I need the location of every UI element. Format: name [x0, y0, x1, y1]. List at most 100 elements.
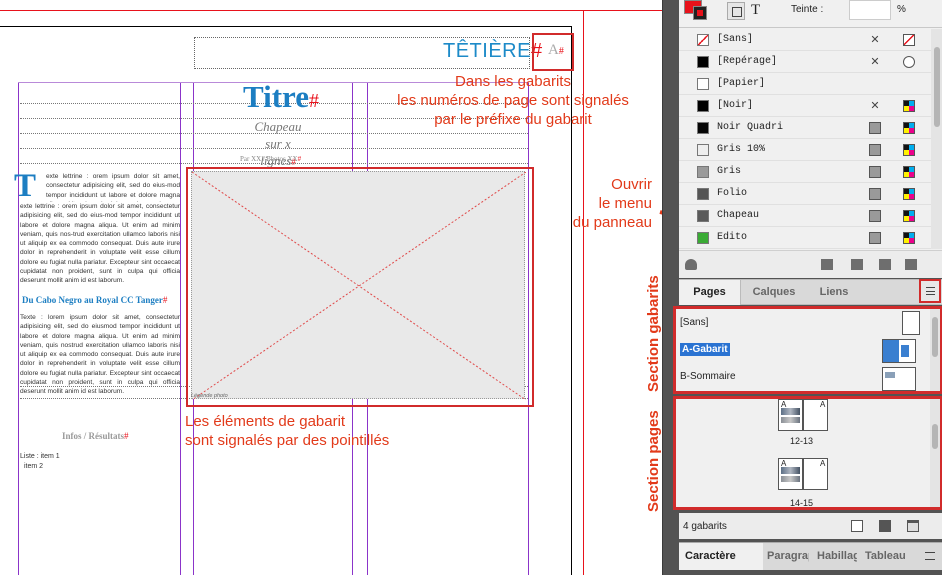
- scroll-thumb[interactable]: [932, 317, 938, 357]
- tint-input[interactable]: [849, 0, 891, 20]
- show-swatches-icon[interactable]: [821, 259, 833, 270]
- pages-footer: 4 gabarits: [679, 513, 942, 539]
- cmyk-icon: [903, 210, 915, 222]
- cmyk-icon: [903, 144, 915, 156]
- swatch-name: [Sans]: [717, 34, 754, 45]
- scroll-thumb[interactable]: [934, 47, 940, 127]
- swatch-row[interactable]: [Sans] ✕: [679, 29, 931, 51]
- swatch-color-chip: [697, 122, 709, 134]
- tab-character[interactable]: Caractère: [679, 543, 763, 570]
- trash-icon[interactable]: [907, 520, 919, 532]
- masters-section[interactable]: [Sans] A-Gabarit B-Sommaire: [673, 306, 942, 394]
- master-thumbnail: [882, 367, 916, 391]
- swatch-name: Edito: [717, 232, 748, 243]
- swatch-color-chip: [697, 34, 709, 46]
- master-item-a[interactable]: A-Gabarit: [680, 343, 730, 356]
- edit-page-size-icon[interactable]: [851, 520, 863, 532]
- process-icon: [869, 188, 881, 200]
- lock-icon: ✕: [870, 100, 880, 112]
- swatch-row[interactable]: Edito: [679, 227, 931, 249]
- swatch-row[interactable]: [Repérage] ✕: [679, 51, 931, 73]
- swatch-row[interactable]: [Noir] ✕: [679, 95, 931, 117]
- masters-scrollbar[interactable]: [930, 309, 940, 391]
- scroll-thumb[interactable]: [932, 424, 938, 449]
- trash-icon[interactable]: [905, 259, 917, 270]
- master-item-none[interactable]: [Sans]: [680, 317, 708, 328]
- cmyk-icon: [903, 122, 915, 134]
- section-masters-label: Section gabarits: [645, 275, 662, 392]
- spread-label: 14-15: [790, 498, 814, 508]
- process-icon: [869, 166, 881, 178]
- spread-label: 12-13: [790, 436, 814, 446]
- none-icon: [903, 34, 915, 46]
- tab-links[interactable]: Liens: [807, 280, 861, 305]
- tab-text-wrap[interactable]: Habillage: [817, 543, 857, 570]
- pages-panel-tabs: Pages Calques Liens: [679, 279, 942, 305]
- lock-icon: ✕: [870, 34, 880, 46]
- page-thumbnail[interactable]: A: [803, 399, 828, 431]
- swatches-toolbar: T Teinte : %: [679, 0, 942, 28]
- registration-icon: [903, 56, 915, 68]
- tab-layers[interactable]: Calques: [741, 280, 807, 305]
- cmyk-icon: [903, 100, 915, 112]
- tint-unit: %: [897, 4, 906, 15]
- master-item-b[interactable]: B-Sommaire: [680, 371, 736, 382]
- swatch-name: [Repérage]: [717, 56, 778, 67]
- swatch-row[interactable]: [Papier]: [679, 73, 931, 95]
- stroke-color-icon[interactable]: [693, 6, 707, 20]
- panel-menu-button[interactable]: [919, 279, 941, 303]
- pages-count: 4 gabarits: [683, 521, 727, 532]
- process-icon: [869, 232, 881, 244]
- swatch-name: [Noir]: [717, 100, 754, 111]
- section-pages-label: Section pages: [645, 410, 662, 512]
- pages-section[interactable]: A A 12-13 A A 14-15: [673, 396, 942, 510]
- process-icon: [869, 122, 881, 134]
- swatch-name: Folio: [717, 188, 748, 199]
- swatch-color-chip: [697, 188, 709, 200]
- new-page-icon[interactable]: [879, 520, 891, 532]
- lock-icon: ✕: [870, 56, 880, 68]
- swatch-color-chip: [697, 232, 709, 244]
- page-thumbnail[interactable]: A: [778, 399, 803, 431]
- character-panel-tabs: Caractère Paragraphe Habillage Tableau: [679, 542, 942, 570]
- swatch-name: Noir Quadri: [717, 122, 784, 133]
- cmyk-icon: [903, 232, 915, 244]
- process-icon: [869, 144, 881, 156]
- swatches-footer: [679, 250, 942, 278]
- master-thumbnail: [902, 311, 920, 335]
- tab-table[interactable]: Tableau: [865, 543, 905, 570]
- cmyk-icon: [903, 166, 915, 178]
- new-swatch-icon[interactable]: [879, 259, 891, 270]
- swatch-row[interactable]: Gris: [679, 161, 931, 183]
- spread-thumbnail[interactable]: A A: [778, 399, 830, 431]
- tint-label: Teinte :: [791, 4, 824, 15]
- swatch-name: [Papier]: [717, 78, 766, 89]
- swatch-name: Gris 10%: [717, 144, 766, 155]
- cloud-icon[interactable]: [685, 259, 697, 270]
- text-format-icon[interactable]: T: [751, 2, 760, 19]
- spread-thumbnail[interactable]: A A: [778, 458, 830, 490]
- swatch-color-chip: [697, 210, 709, 222]
- swatch-color-chip: [697, 166, 709, 178]
- tab-paragraph[interactable]: Paragraphe: [767, 543, 809, 570]
- folder-icon[interactable]: [851, 259, 863, 270]
- page-thumbnail[interactable]: A: [803, 458, 828, 490]
- swatch-row[interactable]: Folio: [679, 183, 931, 205]
- swatch-color-chip: [697, 100, 709, 112]
- swatches-list[interactable]: [Sans] ✕ [Repérage] ✕ [Papier] [Noir] ✕ Noir Qu…: [679, 29, 931, 249]
- tab-pages[interactable]: Pages: [679, 280, 741, 305]
- swatch-name: Gris: [717, 166, 742, 177]
- swatches-panel: T Teinte : % [Sans] ✕ [Repérage] ✕ [Papier][…: [679, 0, 942, 278]
- swatch-row[interactable]: Chapeau: [679, 205, 931, 227]
- page-thumbnail[interactable]: A: [778, 458, 803, 490]
- container-format-icon[interactable]: [727, 2, 745, 20]
- swatch-row[interactable]: Gris 10%: [679, 139, 931, 161]
- swatch-row[interactable]: Noir Quadri: [679, 117, 931, 139]
- swatches-scrollbar[interactable]: [931, 29, 942, 249]
- swatch-color-chip: [697, 56, 709, 68]
- pages-scrollbar[interactable]: [930, 399, 940, 507]
- swatch-name: Chapeau: [717, 210, 760, 221]
- hamburger-icon: [926, 287, 935, 295]
- hamburger-icon[interactable]: [925, 552, 935, 560]
- side-panel-dock: T Teinte : % [Sans] ✕ [Repérage] ✕ [Papier][…: [662, 0, 942, 575]
